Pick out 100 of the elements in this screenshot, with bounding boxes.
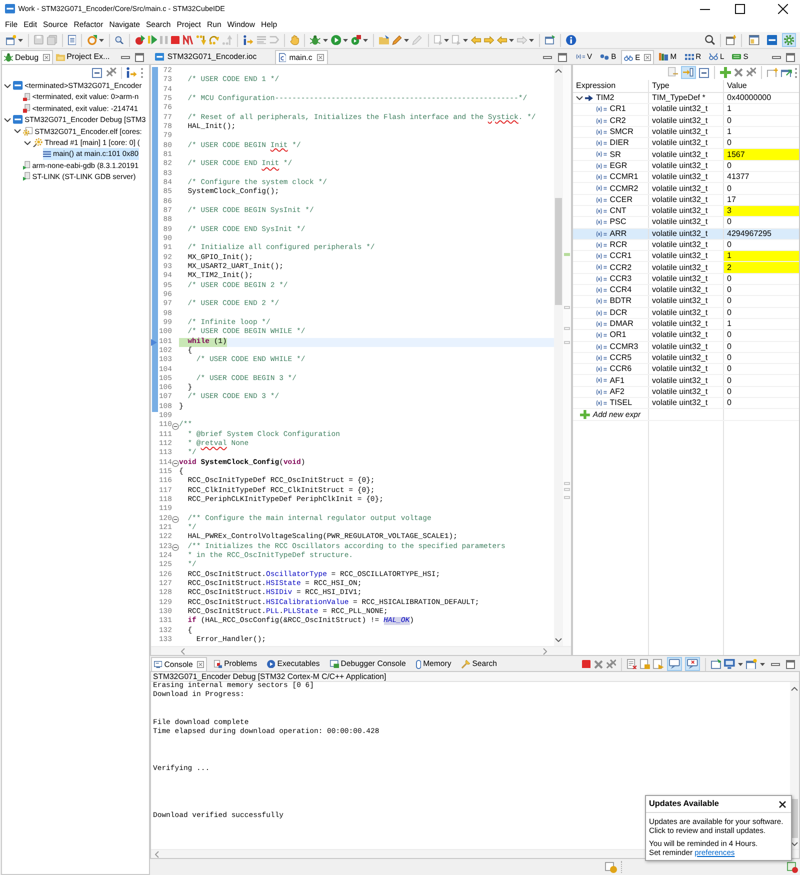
expression-row[interactable]: CNT volatile uint32_t 3 <box>573 206 799 218</box>
window-plus-icon[interactable] <box>726 34 736 46</box>
fold-icon[interactable] <box>172 544 179 551</box>
close-icon[interactable] <box>778 4 788 14</box>
zigzag-icon[interactable] <box>182 34 193 46</box>
scroll-left-icon[interactable] <box>155 850 159 858</box>
vertical-scrollbar[interactable] <box>554 65 563 646</box>
expression-row[interactable]: CCR5 volatile uint32_t 0 <box>573 352 799 364</box>
caret-icon[interactable] <box>529 38 534 42</box>
remove-all-icon[interactable] <box>606 658 616 670</box>
column-header[interactable]: Expression <box>573 80 649 92</box>
folder-icon[interactable] <box>378 35 390 45</box>
caret-icon[interactable] <box>404 38 410 42</box>
remove-all-icon[interactable] <box>746 67 756 78</box>
chevron-icon[interactable] <box>4 118 11 122</box>
window-plus-icon[interactable] <box>767 68 778 78</box>
remove-icon[interactable] <box>734 68 743 77</box>
resume-icon[interactable] <box>148 35 158 45</box>
expression-row[interactable]: DCR volatile uint32_t 0 <box>573 308 799 319</box>
caret-icon[interactable] <box>509 38 514 42</box>
right-arrow-icon[interactable] <box>484 36 494 44</box>
monitor-icon[interactable] <box>724 659 736 669</box>
step-into-icon[interactable] <box>196 34 206 46</box>
expression-row[interactable]: CCMR1 volatile uint32_t 41377 <box>573 172 799 184</box>
add-icon[interactable] <box>720 67 731 78</box>
expression-row[interactable]: EGR volatile uint32_t 0 <box>573 160 799 172</box>
bug-icon[interactable] <box>310 34 321 46</box>
remove-icon[interactable] <box>594 660 603 668</box>
hand-icon[interactable] <box>290 34 300 46</box>
collapse-all-icon[interactable] <box>698 68 709 78</box>
expression-row[interactable]: DMAR volatile uint32_t 1 <box>573 318 799 330</box>
maximize-icon[interactable] <box>735 4 745 14</box>
expression-row[interactable]: CR2 volatile uint32_t 0 <box>573 116 799 127</box>
close-icon[interactable] <box>779 800 786 808</box>
expression-row[interactable]: BDTR volatile uint32_t 0 <box>573 296 799 308</box>
chevron-icon[interactable] <box>24 140 31 145</box>
scroll-down-icon[interactable] <box>791 842 798 846</box>
step-over-icon[interactable] <box>208 35 220 45</box>
expression-row[interactable]: OR1 volatile uint32_t 0 <box>573 330 799 342</box>
remove-all-icon[interactable] <box>106 67 118 78</box>
caret-icon[interactable] <box>444 38 450 42</box>
expression-row[interactable]: TISEL volatile uint32_t 0 <box>573 398 799 410</box>
scroll-right-icon[interactable] <box>543 648 547 654</box>
expression-row[interactable]: CCR1 volatile uint32_t 1 <box>573 251 799 262</box>
caret-icon[interactable] <box>342 38 348 42</box>
document-square-icon[interactable] <box>640 658 650 670</box>
magnifier-icon[interactable] <box>115 36 124 44</box>
caret-icon[interactable] <box>362 38 368 42</box>
pencil-icon[interactable] <box>392 34 402 46</box>
variable-icon <box>596 366 607 372</box>
view-tab[interactable]: Debug <box>1 50 53 64</box>
expression-row[interactable]: SMCR volatile uint32_t 1 <box>573 126 799 138</box>
scrollbar-thumb[interactable] <box>555 198 562 305</box>
document-icon[interactable] <box>68 34 76 46</box>
fold-icon[interactable] <box>172 460 179 467</box>
expression-row[interactable]: CCMR3 volatile uint32_t 0 <box>573 342 799 353</box>
expression-row[interactable]: AF1 volatile uint32_t 0 <box>573 375 799 387</box>
caret-icon[interactable] <box>322 38 328 42</box>
document-x-icon[interactable] <box>627 658 638 670</box>
scroll-up-icon[interactable] <box>791 687 798 691</box>
expression-row[interactable]: AF2 volatile uint32_t 0 <box>573 386 799 398</box>
chevron-icon[interactable] <box>576 96 583 100</box>
minimize-icon[interactable] <box>700 8 710 10</box>
expression-row[interactable]: CCR6 volatile uint32_t 0 <box>573 364 799 376</box>
i-arrow-icon[interactable] <box>243 34 254 46</box>
fold-icon[interactable] <box>172 516 179 523</box>
chevron-icon[interactable] <box>14 129 21 134</box>
column-header[interactable]: Type <box>649 80 724 92</box>
stop-icon[interactable] <box>171 36 180 44</box>
expression-row[interactable]: CCR4 volatile uint32_t 0 <box>573 285 799 296</box>
caret-icon[interactable] <box>760 662 765 666</box>
expression-row[interactable]: TIM2 TIM_TypeDef * 0x40000000 <box>573 93 799 104</box>
caret-icon[interactable] <box>738 662 744 666</box>
expression-row[interactable]: CR1 volatile uint32_t 1 <box>573 104 799 116</box>
search-icon[interactable] <box>705 35 716 45</box>
expression-row[interactable]: SR volatile uint32_t 1567 <box>573 149 799 161</box>
fold-icon[interactable] <box>172 422 179 430</box>
scroll-left-icon[interactable] <box>181 648 185 654</box>
scroll-up-icon[interactable] <box>555 69 562 73</box>
scroll-down-icon[interactable] <box>555 638 562 642</box>
expression-row[interactable]: CCR2 volatile uint32_t 2 <box>573 262 799 274</box>
collapse-all-icon[interactable] <box>92 68 102 78</box>
caret-icon[interactable] <box>462 38 468 42</box>
info-icon[interactable] <box>566 34 577 46</box>
caret-icon[interactable] <box>99 38 104 42</box>
column-header[interactable]: Value <box>724 80 799 92</box>
i-arrow-icon[interactable] <box>126 67 137 78</box>
expression-row[interactable]: CCR3 volatile uint32_t 0 <box>573 274 799 286</box>
caret-icon[interactable] <box>18 38 24 42</box>
expression-row[interactable]: ARR volatile uint32_t 4294967295 <box>573 228 799 240</box>
expression-row[interactable]: CCMR2 volatile uint32_t 0 <box>573 183 799 195</box>
stop-icon[interactable] <box>582 660 591 668</box>
vertical-scrollbar[interactable] <box>790 682 799 849</box>
chevron-icon[interactable] <box>4 84 11 88</box>
run-icon[interactable] <box>330 34 341 46</box>
document-icon[interactable] <box>668 67 678 78</box>
add-icon[interactable] <box>580 410 590 420</box>
horizontal-scrollbar[interactable] <box>151 646 571 655</box>
expression-name: DMAR <box>610 320 634 328</box>
view-tab[interactable]: Project Ex... <box>52 50 113 64</box>
